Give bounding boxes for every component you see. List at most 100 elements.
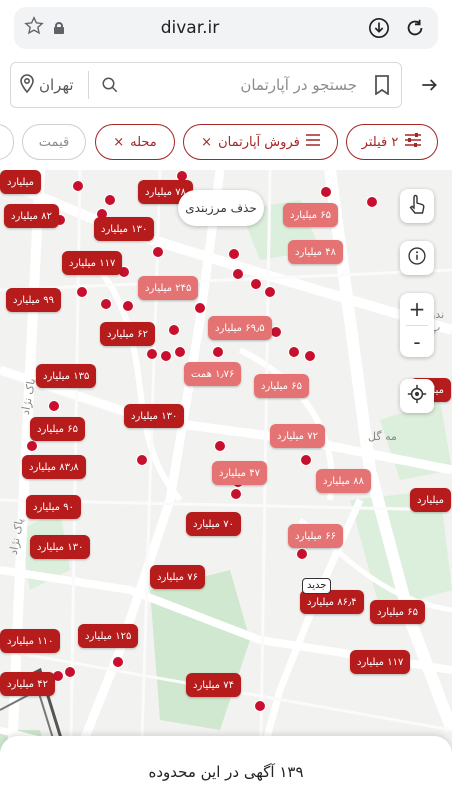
listing-dot[interactable] — [72, 180, 84, 192]
browser-address-bar: divar.ir — [14, 7, 438, 49]
price-pin[interactable]: ۶۵ میلیارد — [30, 417, 85, 441]
select-area-button[interactable] — [400, 189, 434, 223]
price-label: قیمت — [38, 134, 70, 150]
price-pin[interactable]: میلیارد — [0, 170, 42, 194]
price-chip[interactable]: قیمت — [22, 124, 86, 160]
price-pin[interactable]: ۶۶ میلیارد — [288, 524, 343, 548]
listing-dot[interactable] — [152, 246, 164, 258]
price-pin[interactable]: ۶۹٫۵ میلیارد — [208, 316, 272, 340]
category-chip[interactable]: فروش آپارتمان × — [183, 124, 338, 160]
bookmark-icon[interactable] — [363, 62, 401, 108]
price-pin[interactable]: ۱٫۷۶ همت — [184, 362, 242, 386]
remove-boundary-button[interactable]: حذف مرزبندی — [178, 190, 264, 226]
listing-dot[interactable] — [26, 440, 38, 452]
price-pin[interactable]: ۷۰ میلیارد — [186, 512, 241, 536]
listing-dot[interactable] — [64, 666, 76, 678]
price-pin[interactable]: میلیارد — [410, 488, 452, 512]
listing-dot[interactable] — [146, 348, 158, 360]
listing-dot[interactable] — [228, 248, 240, 260]
zoom-out-button[interactable]: - — [400, 326, 434, 358]
search-row: جستجو در آپارتمان تهران — [10, 62, 442, 108]
listing-dot[interactable] — [288, 346, 300, 358]
category-label: فروش آپارتمان — [218, 134, 300, 150]
listing-dot[interactable] — [174, 346, 186, 358]
filter-chips: ۲ فیلتر فروش آپارتمان × محله × قیمت — [0, 124, 452, 162]
results-count: ۱۳۹ آگهی در این محدوده — [148, 763, 304, 781]
reload-icon[interactable] — [402, 15, 428, 41]
price-pin[interactable]: ۱۱۷ میلیارد — [62, 251, 123, 275]
price-pin[interactable]: ۱۲۵ میلیارد — [78, 624, 139, 648]
url-text[interactable]: divar.ir — [64, 18, 316, 38]
listing-dot[interactable] — [112, 656, 124, 668]
arrow-right-icon[interactable] — [416, 72, 442, 98]
list-icon — [305, 134, 320, 150]
price-pin[interactable]: ۱۳۰ میلیارد — [124, 404, 185, 428]
results-bottom-sheet[interactable]: ۱۳۹ آگهی در این محدوده — [0, 736, 452, 800]
listing-dot[interactable] — [254, 700, 266, 712]
download-icon[interactable] — [366, 15, 392, 41]
city-label: تهران — [39, 76, 74, 94]
listing-dot[interactable] — [296, 548, 308, 560]
locate-button[interactable] — [400, 379, 434, 413]
info-button[interactable] — [400, 241, 434, 275]
listing-dot[interactable] — [232, 268, 244, 280]
price-pin[interactable]: ۸۳٫۸ میلیارد — [22, 455, 86, 479]
remove-neighborhood-icon[interactable]: × — [113, 135, 124, 150]
price-pin[interactable]: ۲۴۵ میلیارد — [138, 276, 199, 300]
zoom-in-button[interactable]: + — [400, 293, 434, 325]
search-icon[interactable] — [95, 76, 125, 94]
price-pin[interactable]: ۶۵ میلیارد — [370, 600, 425, 624]
listing-dot[interactable] — [214, 440, 226, 452]
listing-dot[interactable] — [136, 454, 148, 466]
price-pin[interactable]: ۱۱۷ میلیارد — [350, 650, 411, 674]
price-pin[interactable]: ۴۲ میلیارد — [0, 672, 55, 696]
price-pin[interactable]: ۸۸ میلیارد — [316, 469, 371, 493]
price-pin[interactable]: ۷۶ میلیارد — [150, 565, 205, 589]
listing-dot[interactable] — [168, 324, 180, 336]
listing-dot[interactable] — [230, 488, 242, 500]
neighborhood-chip[interactable]: محله × — [95, 124, 175, 160]
price-pin[interactable]: ۶۵ میلیارد — [254, 374, 309, 398]
price-pin[interactable]: ۹۰ میلیارد — [26, 495, 81, 519]
listing-dot[interactable] — [100, 298, 112, 310]
price-pin[interactable]: ۱۳۵ میلیارد — [36, 364, 97, 388]
listing-dot[interactable] — [104, 194, 116, 206]
price-pin[interactable]: ۶۲ میلیارد — [100, 322, 155, 346]
listing-dot[interactable] — [160, 350, 172, 362]
listing-dot[interactable] — [304, 350, 316, 362]
map[interactable]: پاک نژاد پاک نژاد مه گل ندو پ ۷۸ میلیارد… — [0, 170, 452, 800]
price-pin[interactable]: ۷۴ میلیارد — [186, 673, 241, 697]
search-box[interactable]: جستجو در آپارتمان تهران — [10, 62, 402, 108]
price-pin[interactable]: ۴۷ میلیارد — [212, 461, 267, 485]
listing-dot[interactable] — [366, 196, 378, 208]
listing-dot[interactable] — [122, 300, 134, 312]
price-pin[interactable]: ۱۳۰ میلیارد — [94, 217, 155, 241]
listing-dot[interactable] — [212, 346, 224, 358]
price-pin[interactable]: ۱۱۰ میلیارد — [0, 629, 61, 653]
hand-pointer-icon — [408, 194, 426, 218]
price-pin[interactable]: ۱۳۰ میلیارد — [30, 535, 91, 559]
price-pin[interactable]: ۸۲ میلیارد — [4, 204, 59, 228]
price-pin[interactable]: ۹۹ میلیارد — [6, 288, 61, 312]
listing-dot[interactable] — [300, 454, 312, 466]
filter-count-chip[interactable]: ۲ فیلتر — [346, 124, 438, 160]
price-pin[interactable]: ۴۸ میلیارد — [288, 240, 343, 264]
info-icon — [407, 246, 427, 270]
remove-category-icon[interactable]: × — [201, 135, 212, 150]
listing-dot[interactable] — [76, 286, 88, 298]
price-pin[interactable]: ۷۲ میلیارد — [270, 424, 325, 448]
city-selector[interactable]: تهران — [11, 73, 82, 97]
listing-dot[interactable] — [250, 278, 262, 290]
listing-dot[interactable] — [194, 302, 206, 314]
more-filter-chip[interactable] — [0, 124, 14, 160]
app-root: divar.ir جستجو در آپارتمان تهران ۲ فیلتر… — [0, 0, 452, 800]
street-label: مه گل — [368, 430, 397, 443]
listing-dot[interactable] — [270, 326, 282, 338]
filter-count-label: ۲ فیلتر — [361, 134, 399, 150]
listing-dot[interactable] — [320, 186, 332, 198]
listing-dot[interactable] — [264, 286, 276, 298]
search-input[interactable]: جستجو در آپارتمان — [125, 76, 363, 94]
price-pin[interactable]: ۶۵ میلیارد — [283, 203, 338, 227]
star-outline-icon[interactable] — [24, 15, 48, 41]
listing-dot[interactable] — [48, 400, 60, 412]
